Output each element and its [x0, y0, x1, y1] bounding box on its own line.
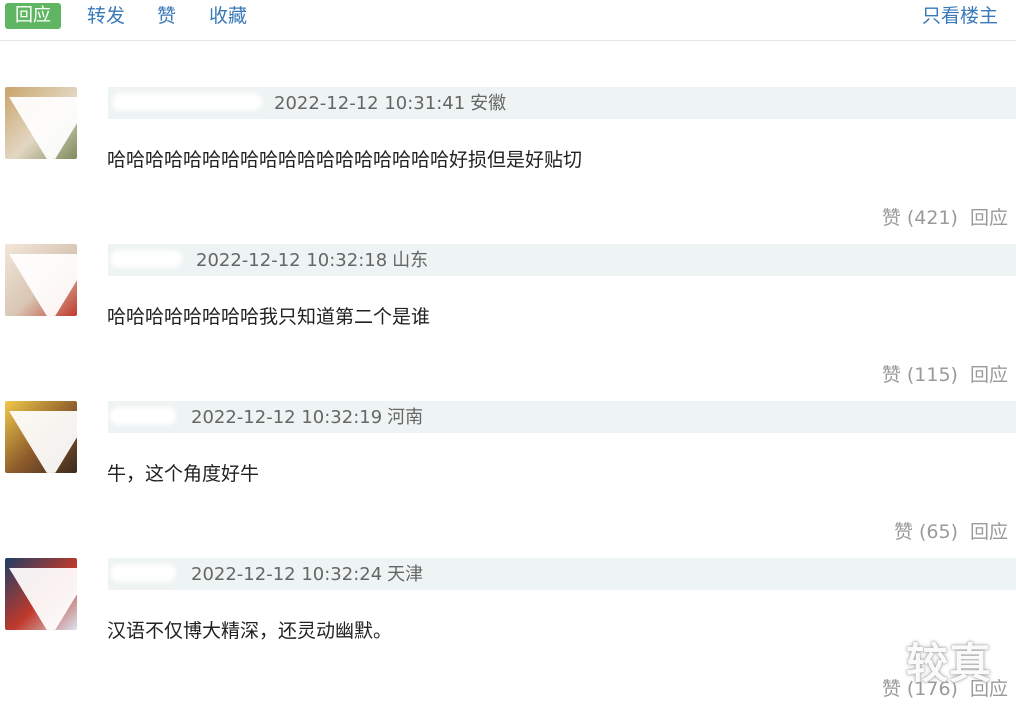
- comment-text: 哈哈哈哈哈哈哈哈我只知道第二个是谁: [107, 306, 431, 328]
- avatar[interactable]: [5, 558, 77, 630]
- comment-location: 山东: [392, 250, 429, 271]
- avatar[interactable]: [5, 87, 77, 159]
- forward-button[interactable]: 转发: [87, 3, 125, 29]
- comment-text: 汉语不仅博大精深，还灵动幽默。: [107, 620, 393, 642]
- watermark-logo: 较真: [906, 639, 993, 688]
- comment-timestamp: 2022-12-12 10:32:24: [191, 564, 383, 585]
- comment-meta: 2022-12-12 10:32:18 山东: [108, 244, 1016, 276]
- comment-actions: 赞 (421) 回应: [882, 203, 1008, 230]
- comment-actions: 赞 (115) 回应: [882, 360, 1008, 387]
- comment-item: 2022-12-12 10:32:18 山东 哈哈哈哈哈哈哈哈我只知道第二个是谁 …: [0, 244, 1016, 401]
- comment-location: 安徽: [470, 93, 507, 114]
- comment-item: 2022-12-12 10:31:41 安徽 哈哈哈哈哈哈哈哈哈哈哈哈哈哈哈哈哈哈…: [0, 87, 1016, 244]
- comment-text: 哈哈哈哈哈哈哈哈哈哈哈哈哈哈哈哈哈哈好损但是好贴切: [107, 149, 583, 171]
- comment-meta: 2022-12-12 10:31:41 安徽: [108, 87, 1016, 119]
- comment-location: 天津: [387, 564, 424, 585]
- comment-item: 2022-12-12 10:32:24 天津 汉语不仅博大精深，还灵动幽默。 赞 …: [0, 558, 1016, 715]
- comment-reply-button[interactable]: 回应: [970, 364, 1008, 386]
- comment-like-button[interactable]: 赞 (115): [882, 364, 958, 386]
- comment-timestamp: 2022-12-12 10:31:41: [274, 93, 466, 114]
- avatar[interactable]: [5, 401, 77, 473]
- op-only-button[interactable]: 只看楼主: [922, 3, 998, 29]
- comment-meta: 2022-12-12 10:32:19 河南: [108, 401, 1016, 433]
- comment-location: 河南: [387, 407, 424, 428]
- comment-timestamp: 2022-12-12 10:32:19: [191, 407, 383, 428]
- collect-button[interactable]: 收藏: [209, 3, 247, 29]
- comment-actions: 赞 (65) 回应: [894, 517, 1008, 544]
- reply-button[interactable]: 回应: [5, 3, 61, 29]
- comment-reply-button[interactable]: 回应: [970, 521, 1008, 543]
- post-toolbar: 回应 转发 赞 收藏 只看楼主: [0, 0, 1016, 41]
- comment-meta: 2022-12-12 10:32:24 天津: [108, 558, 1016, 590]
- comment-like-button[interactable]: 赞 (421): [882, 207, 958, 229]
- comment-item: 2022-12-12 10:32:19 河南 牛，这个角度好牛 赞 (65) 回应: [0, 401, 1016, 558]
- comment-timestamp: 2022-12-12 10:32:18: [196, 250, 388, 271]
- avatar[interactable]: [5, 244, 77, 316]
- like-button[interactable]: 赞: [157, 3, 176, 29]
- comment-like-button[interactable]: 赞 (65): [894, 521, 958, 543]
- comment-text: 牛，这个角度好牛: [107, 463, 260, 485]
- comment-reply-button[interactable]: 回应: [970, 207, 1008, 229]
